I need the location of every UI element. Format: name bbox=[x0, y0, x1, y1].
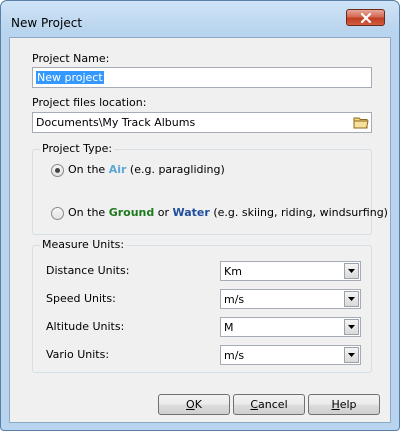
help-button[interactable]: Help bbox=[308, 394, 380, 415]
measure-units-group: Measure Units: Distance Units: Km Speed … bbox=[32, 238, 372, 373]
vario-units-select[interactable]: m/s bbox=[220, 345, 361, 365]
cancel-button[interactable]: Cancel bbox=[233, 394, 305, 415]
vario-units-value: m/s bbox=[224, 349, 245, 362]
altitude-units-value: M bbox=[224, 321, 234, 334]
title-bar[interactable]: New Project bbox=[1, 1, 399, 37]
window-title: New Project bbox=[11, 16, 83, 30]
ground-option-label[interactable]: On the Ground or Water (e.g. skiing, rid… bbox=[68, 206, 388, 219]
dropdown-button[interactable] bbox=[344, 263, 359, 279]
chevron-down-icon bbox=[348, 353, 355, 357]
project-name-field[interactable]: New project bbox=[32, 67, 372, 88]
speed-units-select[interactable]: m/s bbox=[220, 289, 361, 309]
dialog-body: Project Name: New project Project files … bbox=[9, 37, 391, 423]
location-label: Project files location: bbox=[32, 96, 147, 109]
folder-icon bbox=[353, 117, 369, 129]
project-name-label: Project Name: bbox=[32, 52, 110, 65]
browse-button[interactable] bbox=[353, 115, 369, 130]
speed-units-label: Speed Units: bbox=[46, 292, 116, 305]
speed-units-value: m/s bbox=[224, 293, 245, 306]
altitude-units-label: Altitude Units: bbox=[46, 320, 125, 333]
project-type-title: Project Type: bbox=[40, 142, 115, 155]
ok-button[interactable]: OK bbox=[158, 394, 230, 415]
chevron-down-icon bbox=[348, 325, 355, 329]
distance-units-label: Distance Units: bbox=[46, 264, 130, 277]
altitude-units-select[interactable]: M bbox=[220, 317, 361, 337]
distance-units-select[interactable]: Km bbox=[220, 261, 361, 281]
project-name-value: New project bbox=[36, 71, 104, 84]
dropdown-button[interactable] bbox=[344, 347, 359, 363]
ground-radio[interactable] bbox=[51, 207, 64, 220]
location-field[interactable]: Documents\My Track Albums bbox=[32, 112, 372, 133]
dialog-window: New Project Project Name: New project Pr… bbox=[0, 0, 400, 431]
air-radio[interactable] bbox=[51, 164, 64, 177]
dropdown-button[interactable] bbox=[344, 319, 359, 335]
close-icon bbox=[360, 13, 372, 23]
close-button[interactable] bbox=[346, 9, 385, 26]
distance-units-value: Km bbox=[224, 265, 242, 278]
location-value: Documents\My Track Albums bbox=[36, 116, 196, 129]
chevron-down-icon bbox=[348, 269, 355, 273]
project-type-group: Project Type: On the Air (e.g. paraglidi… bbox=[32, 142, 388, 235]
dropdown-button[interactable] bbox=[344, 291, 359, 307]
chevron-down-icon bbox=[348, 297, 355, 301]
air-option-label[interactable]: On the Air (e.g. paragliding) bbox=[68, 163, 225, 176]
measure-units-title: Measure Units: bbox=[40, 238, 127, 251]
vario-units-label: Vario Units: bbox=[46, 348, 110, 361]
